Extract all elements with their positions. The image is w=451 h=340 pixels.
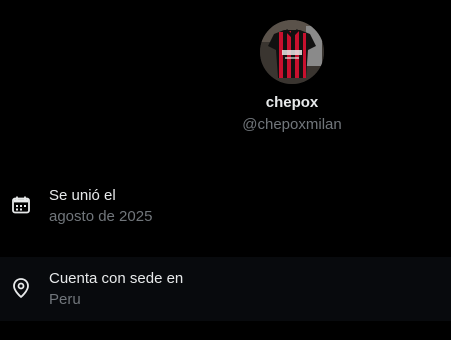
location-value: Peru bbox=[49, 291, 81, 308]
calendar-icon bbox=[10, 194, 32, 216]
location-label: Cuenta con sede en bbox=[49, 270, 184, 287]
joined-date-row: Se unió el agosto de 2025 bbox=[0, 174, 451, 238]
profile-header: chepox @chepoxmilan bbox=[0, 18, 451, 138]
display-name[interactable]: chepox bbox=[192, 94, 392, 111]
location-pin-icon bbox=[10, 277, 32, 299]
joined-value: agosto de 2025 bbox=[49, 208, 153, 225]
joined-label: Se unió el bbox=[49, 187, 116, 204]
avatar[interactable] bbox=[260, 20, 324, 84]
username-handle: @chepoxmilan bbox=[242, 116, 342, 133]
location-row[interactable]: Cuenta con sede en Peru bbox=[0, 257, 451, 321]
jersey-avatar-icon bbox=[260, 20, 324, 84]
